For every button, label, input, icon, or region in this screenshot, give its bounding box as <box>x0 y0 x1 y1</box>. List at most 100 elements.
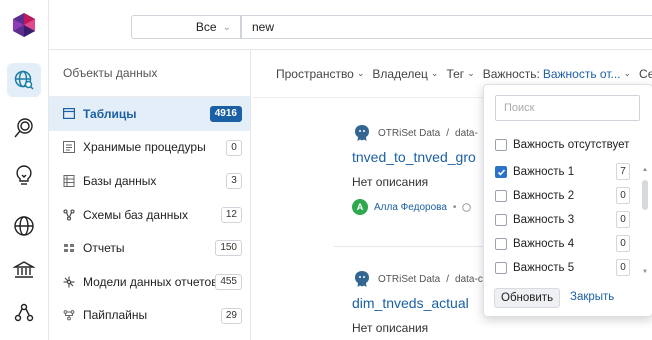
category-count: 12 <box>220 206 242 223</box>
checkbox[interactable] <box>495 190 507 202</box>
option-importance-3[interactable]: Важность 3 0 <box>495 210 630 230</box>
globe-icon <box>14 216 34 236</box>
schema-icon <box>63 209 75 221</box>
left-rail <box>0 0 49 340</box>
report-model-icon <box>63 276 75 288</box>
scrollbar-thumb[interactable] <box>642 180 648 210</box>
category-db-schemas[interactable]: Схемы баз данных 12 <box>49 198 250 232</box>
update-button[interactable]: Обновить <box>494 288 561 308</box>
check-icon <box>497 168 505 176</box>
option-importance-5[interactable]: Важность 5 0 <box>495 258 630 278</box>
rail-domains[interactable] <box>7 209 41 243</box>
option-label: Важность 1 <box>513 166 575 178</box>
result-source: OTRiSet Data <box>378 273 441 285</box>
result-breadcrumb: OTRiSet Data / data-c <box>352 269 483 289</box>
category-label: Схемы баз данных <box>83 207 188 222</box>
category-count: 455 <box>215 273 242 290</box>
filter-label: Пространство <box>276 66 354 81</box>
filter-next[interactable]: Се <box>639 67 652 81</box>
category-report-models[interactable]: Модели данных отчетов 455 <box>49 265 250 299</box>
categories-header: Объекты данных <box>49 50 250 97</box>
option-count: 0 <box>616 211 630 228</box>
rail-teams[interactable] <box>7 296 41 330</box>
avatar: А <box>352 199 368 215</box>
category-stored-procedures[interactable]: Хранимые процедуры 0 <box>49 131 250 165</box>
dropdown-scrollbar[interactable]: ▲ ▼ <box>641 140 649 288</box>
result-path: data-c <box>455 273 483 285</box>
category-count: 29 <box>220 307 242 324</box>
chevron-down-icon: ⌄ <box>430 68 439 78</box>
category-label: Хранимые процедуры <box>83 140 206 155</box>
result-title[interactable]: tnved_to_tnved_gro <box>352 149 478 165</box>
report-icon <box>63 242 75 254</box>
app-logo[interactable] <box>7 8 41 42</box>
users-network-icon <box>14 303 34 322</box>
filter-label: Владелец <box>372 66 428 81</box>
dropdown-search-input[interactable] <box>495 95 640 121</box>
checkbox[interactable] <box>495 214 507 226</box>
database-icon <box>63 174 75 187</box>
category-count: 3 <box>226 173 242 190</box>
category-label: Базы данных <box>83 173 157 188</box>
search-scope-select[interactable]: Все ⌄ <box>131 15 241 39</box>
filter-space[interactable]: Пространство ⌄ <box>276 67 364 81</box>
top-search-bar: Все ⌄ <box>49 0 652 50</box>
filter-tag[interactable]: Тег ⌄ <box>446 67 474 81</box>
checkbox-checked[interactable] <box>495 166 507 178</box>
category-pipelines[interactable]: Пайплайны 29 <box>49 299 250 333</box>
close-link[interactable]: Закрыть <box>570 291 614 303</box>
chevron-down-icon: ⌄ <box>356 68 365 78</box>
bank-icon <box>13 261 35 278</box>
search-scope-value: Все <box>195 20 217 34</box>
option-importance-2[interactable]: Важность 2 0 <box>495 186 630 206</box>
data-object-categories: Объекты данных Таблицы 4916 Хранимые про… <box>49 50 251 340</box>
option-count: 0 <box>616 235 630 252</box>
result-title[interactable]: dim_tnveds_actual <box>352 295 483 311</box>
pipeline-icon <box>63 309 75 321</box>
rail-data-search[interactable] <box>7 63 41 97</box>
checkbox[interactable] <box>495 238 507 250</box>
filter-importance[interactable]: Важность: Важность от... ⌄ <box>483 67 631 81</box>
postgresql-icon <box>355 271 369 287</box>
category-reports[interactable]: Отчеты 150 <box>49 231 250 265</box>
rail-insights[interactable] <box>7 158 41 192</box>
category-count: 0 <box>226 139 242 156</box>
rail-explore[interactable] <box>7 111 41 145</box>
dot-separator: • <box>452 201 457 213</box>
option-count: 7 <box>616 163 630 180</box>
scroll-down-icon[interactable]: ▼ <box>641 268 649 276</box>
category-databases[interactable]: Базы данных 3 <box>49 164 250 198</box>
result-owner[interactable]: А Алла Федорова • <box>352 199 478 215</box>
stored-procedure-icon <box>63 141 75 154</box>
search-input[interactable] <box>241 15 652 39</box>
option-importance-1[interactable]: Важность 1 7 <box>495 162 630 182</box>
result-description: Нет описания <box>352 321 429 335</box>
breadcrumb-separator: / <box>446 273 450 285</box>
table-icon <box>63 108 75 120</box>
option-count: 0 <box>616 259 630 276</box>
result-card[interactable]: OTRiSet Data / data- tnved_to_tnved_gro … <box>352 123 478 215</box>
checkbox[interactable] <box>495 262 507 274</box>
filter-label: Се <box>639 66 652 81</box>
rail-governance[interactable] <box>7 253 41 287</box>
option-count: 0 <box>616 187 630 204</box>
category-label: Модели данных отчетов <box>83 274 218 289</box>
option-importance-none[interactable]: Важность отсутствует <box>495 135 645 155</box>
result-card[interactable]: OTRiSet Data / data-c dim_tnveds_actual … <box>352 269 483 335</box>
importance-dropdown: Важность отсутствует Важность 1 7 Важнос… <box>483 84 652 317</box>
scroll-up-icon[interactable]: ▲ <box>641 166 649 174</box>
option-label: Важность отсутствует <box>513 139 630 151</box>
option-importance-4[interactable]: Важность 4 0 <box>495 234 630 254</box>
owner-name: Алла Федорова <box>374 201 447 213</box>
filter-owner[interactable]: Владелец ⌄ <box>372 67 438 81</box>
category-tables[interactable]: Таблицы 4916 <box>49 97 250 131</box>
category-label: Таблицы <box>83 106 137 121</box>
option-label: Важность 5 <box>513 262 575 274</box>
chevron-down-icon: ⌄ <box>222 21 231 33</box>
filter-label: Тег <box>446 66 465 81</box>
checkbox[interactable] <box>495 139 507 151</box>
option-label: Важность 3 <box>513 214 575 226</box>
chevron-down-icon: ⌄ <box>623 68 632 78</box>
result-source: OTRiSet Data <box>378 127 441 139</box>
filter-value: Важность от... <box>542 66 621 81</box>
